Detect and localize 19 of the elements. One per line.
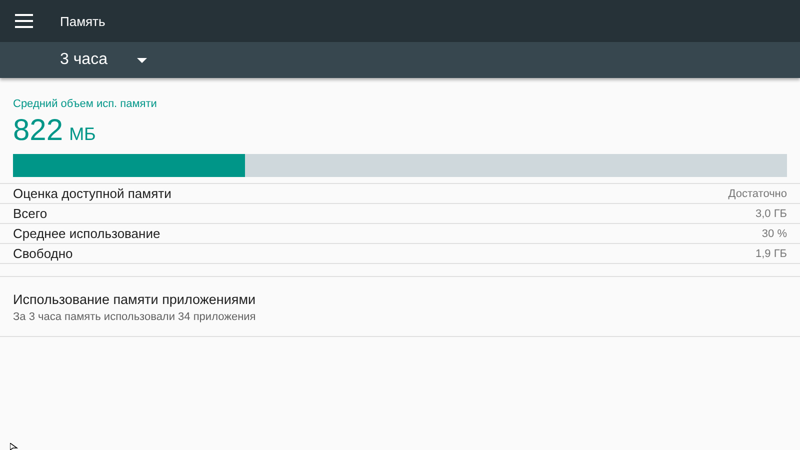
mouse-cursor-icon [10,443,18,450]
app-memory-subtitle: За 3 часа память использовали 34 приложения [13,311,256,323]
stat-name: Среднее использование [13,226,160,241]
app-memory-usage-item[interactable]: Использование памяти приложениями За 3 часа память использовали 34 приложения [0,276,800,337]
dropdown-arrow-icon [137,58,148,62]
app-title: Память [60,14,106,28]
menu-icon[interactable] [15,14,33,28]
stat-name: Свободно [13,246,73,261]
stat-value: 30 % [762,228,787,240]
memory-unit: МБ [69,124,96,145]
stat-value: 3,0 ГБ [755,208,787,220]
stat-value: 1,9 ГБ [755,248,787,260]
app-memory-title: Использование памяти приложениями [13,292,256,307]
stat-name: Оценка доступной памяти [13,186,172,201]
stat-value: Достаточно [728,188,787,200]
stat-name: Всего [13,206,48,221]
memory-amount: 822 [13,114,64,148]
period-dropdown[interactable]: 3 часа [60,51,148,69]
average-memory-label: Средний объем исп. памяти [13,98,157,110]
